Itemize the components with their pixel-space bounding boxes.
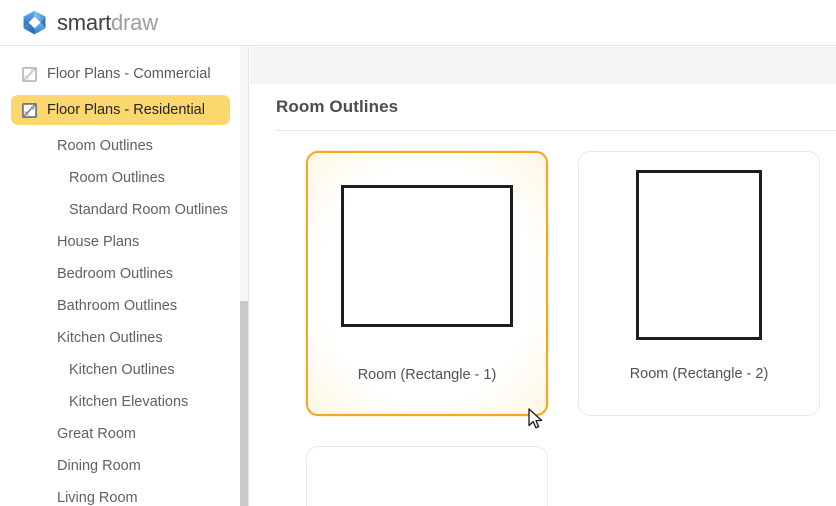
sidebar: Floor Plans - Commercial Floor Plans - R… [0, 46, 249, 506]
template-card-label: Room (Rectangle - 2) [629, 366, 769, 382]
sidebar-item-living-room[interactable]: Living Room [11, 483, 230, 506]
template-preview [579, 152, 819, 357]
sidebar-item-label: Kitchen Elevations [69, 394, 189, 410]
title-divider [276, 130, 836, 131]
sidebar-item-kitchen-outlines[interactable]: Kitchen Outlines [11, 323, 230, 353]
app-header: smartdraw [0, 0, 836, 46]
sidebar-item-label: Kitchen Outlines [69, 362, 175, 378]
sidebar-item-floor-plans-residential[interactable]: Floor Plans - Residential [11, 95, 230, 125]
brand-name-primary: smart [57, 9, 112, 35]
room-rectangle-portrait-shape [636, 169, 762, 340]
template-card-room-rectangle-2[interactable]: Room (Rectangle - 2) [578, 151, 820, 416]
sidebar-nav-list: Floor Plans - Commercial Floor Plans - R… [0, 46, 241, 506]
sidebar-subitem-room-outlines[interactable]: Room Outlines [11, 163, 230, 193]
floorplan-icon [21, 66, 38, 82]
sidebar-item-label: Floor Plans - Residential [47, 102, 205, 118]
sidebar-item-house-plans[interactable]: House Plans [11, 227, 230, 257]
sidebar-scrollbar-thumb[interactable] [240, 301, 248, 506]
sidebar-item-label: Bedroom Outlines [57, 266, 174, 282]
template-card-next-row[interactable] [306, 446, 548, 506]
sidebar-item-bathroom-outlines[interactable]: Bathroom Outlines [11, 291, 230, 321]
template-card-label: Room (Rectangle - 1) [357, 367, 497, 383]
sidebar-subitem-kitchen-outlines[interactable]: Kitchen Outlines [11, 355, 230, 385]
sidebar-item-label: Kitchen Outlines [57, 330, 163, 346]
sidebar-scrollbar-track[interactable] [240, 46, 248, 506]
toolbar-strip [250, 47, 836, 84]
brand-wordmark: smartdraw [57, 9, 158, 35]
template-card-grid: Room (Rectangle - 1) Room (Rectangle - 2… [250, 146, 836, 506]
sidebar-item-label: House Plans [57, 234, 140, 250]
brand-name-secondary: draw [111, 9, 158, 35]
floorplan-icon [21, 102, 38, 118]
sidebar-item-floor-plans-commercial[interactable]: Floor Plans - Commercial [11, 59, 230, 89]
sidebar-item-label: Bathroom Outlines [57, 298, 178, 314]
sidebar-item-dining-room[interactable]: Dining Room [11, 451, 230, 481]
sidebar-item-label: Standard Room Outlines [69, 202, 228, 218]
room-rectangle-landscape-shape [341, 184, 513, 327]
main-content: Room Outlines Room (Rectangle - 1) Room … [250, 46, 836, 506]
page-title: Room Outlines [276, 97, 399, 116]
sidebar-item-label: Room Outlines [57, 138, 153, 154]
sidebar-item-great-room[interactable]: Great Room [11, 419, 230, 449]
sidebar-item-bedroom-outlines[interactable]: Bedroom Outlines [11, 259, 230, 289]
smartdraw-diamond-logo-icon [23, 10, 46, 35]
sidebar-item-label: Living Room [57, 490, 138, 506]
sidebar-item-label: Floor Plans - Commercial [47, 66, 211, 82]
template-card-room-rectangle-1[interactable]: Room (Rectangle - 1) [306, 151, 548, 416]
template-preview [308, 153, 546, 358]
sidebar-item-label: Great Room [57, 426, 136, 442]
smartdraw-template-browser: smartdraw Floor Plans - Commercial Floor… [0, 0, 836, 506]
sidebar-item-room-outlines[interactable]: Room Outlines [11, 131, 230, 161]
sidebar-subitem-standard-room-outlines[interactable]: Standard Room Outlines [11, 195, 230, 225]
sidebar-item-label: Dining Room [57, 458, 141, 474]
brand-logo-link[interactable]: smartdraw [21, 9, 158, 36]
sidebar-subitem-kitchen-elevations[interactable]: Kitchen Elevations [11, 387, 230, 417]
sidebar-item-label: Room Outlines [69, 170, 165, 186]
